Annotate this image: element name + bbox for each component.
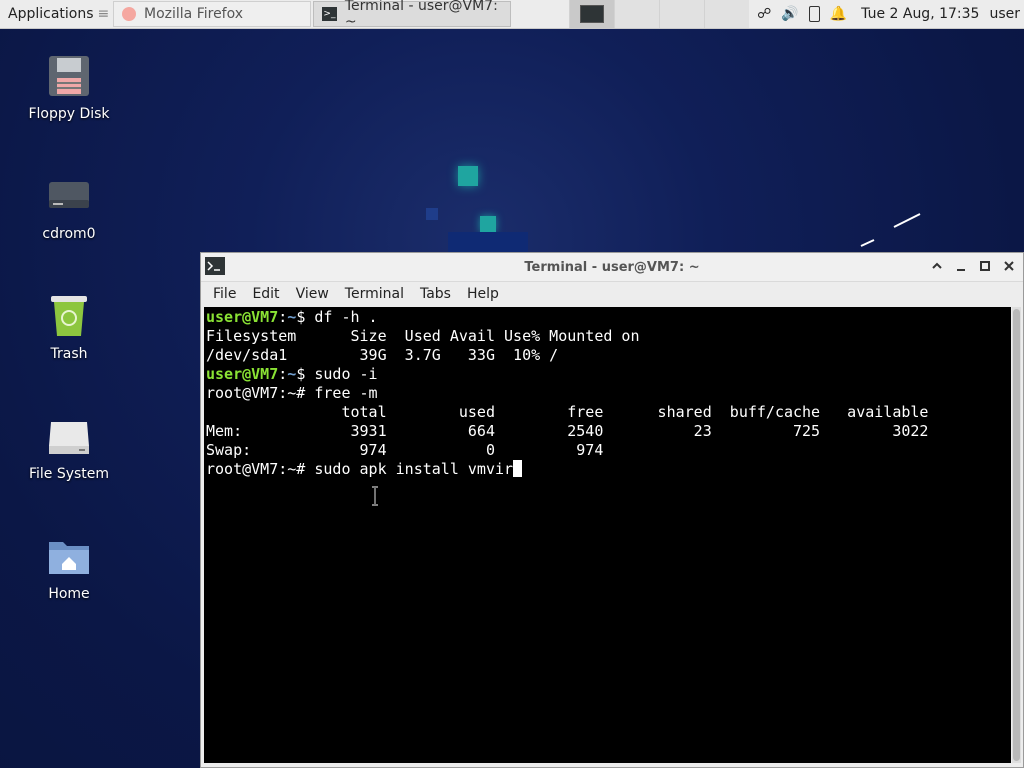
taskbar-terminal-label: Terminal - user@VM7: ~ — [344, 0, 498, 30]
prompt-colon: : — [278, 308, 288, 326]
desktop-icon-label: Home — [48, 586, 90, 602]
window-controls — [929, 257, 1017, 275]
wallpaper-square — [480, 216, 496, 232]
workspace-2[interactable] — [614, 0, 660, 28]
prompt-user: user@VM7 — [206, 365, 279, 383]
desktop-icon-label: cdrom0 — [42, 226, 96, 242]
wallpaper-square — [426, 208, 438, 220]
text-cursor — [513, 460, 523, 477]
terminal-window: Terminal - user@VM7: ~ File Edit View Te… — [200, 252, 1024, 768]
terminal-line: Swap: 974 0 974 — [206, 441, 604, 459]
desktop-icon-label: File System — [28, 466, 110, 482]
wallpaper-square — [458, 166, 478, 186]
terminal-icon: >_ — [322, 7, 337, 21]
hard-drive-icon — [45, 412, 93, 460]
terminal-line: Mem: 3931 664 2540 23 725 3022 — [206, 422, 929, 440]
terminal-line: user@VM7:~$ df -h . — [206, 308, 1009, 327]
current-command: root@VM7:~# sudo apk install vmvir — [206, 460, 514, 478]
volume-icon[interactable]: 🔊 — [781, 6, 798, 22]
minimize-button[interactable] — [953, 257, 969, 275]
window-titlebar[interactable]: Terminal - user@VM7: ~ — [201, 253, 1023, 282]
taskbar-firefox[interactable]: Mozilla Firefox — [113, 1, 311, 27]
menu-view[interactable]: View — [288, 286, 337, 302]
terminal-menubar: File Edit View Terminal Tabs Help — [201, 282, 1023, 306]
terminal-output[interactable]: user@VM7:~$ df -h . Filesystem Size Used… — [204, 307, 1011, 763]
top-panel: Applications ≡ Mozilla Firefox >_ Termin… — [0, 0, 1024, 30]
maximize-button[interactable] — [977, 257, 993, 275]
close-icon — [1004, 261, 1014, 271]
menu-file[interactable]: File — [205, 286, 244, 302]
taskbar-terminal[interactable]: >_ Terminal - user@VM7: ~ — [313, 0, 511, 30]
trash-icon — [45, 292, 93, 340]
desktop-icon-home[interactable]: Home — [14, 532, 124, 602]
prompt-path: ~ — [287, 365, 297, 383]
desktop-icon-label: Trash — [50, 346, 88, 362]
menu-edit[interactable]: Edit — [244, 286, 287, 302]
applications-menu[interactable]: Applications ≡ — [0, 0, 112, 28]
terminal-scrollbar[interactable] — [1012, 307, 1021, 763]
terminal-window-icon[interactable] — [205, 257, 225, 275]
floppy-disk-icon — [45, 52, 93, 100]
desktop-icon-floppy[interactable]: Floppy Disk — [14, 52, 124, 122]
terminal-line: total used free shared buff/cache availa… — [206, 403, 929, 421]
optical-drive-icon — [45, 172, 93, 220]
wallpaper-shape — [448, 232, 528, 254]
home-folder-icon — [45, 532, 93, 580]
desktop-icon-filesystem[interactable]: File System — [14, 412, 124, 482]
menu-terminal[interactable]: Terminal — [337, 286, 412, 302]
applications-label: Applications — [8, 6, 94, 22]
terminal-line: Filesystem Size Used Avail Use% Mounted … — [206, 327, 640, 345]
desktop-icon-trash[interactable]: Trash — [14, 292, 124, 362]
taskbar-firefox-label: Mozilla Firefox — [144, 6, 244, 22]
close-button[interactable] — [1001, 257, 1017, 275]
panel-spacer — [512, 0, 569, 28]
terminal-line: user@VM7:~$ sudo -i — [206, 365, 1009, 384]
prompt-path: ~ — [287, 308, 297, 326]
terminal-line: /dev/sda1 39G 3.7G 33G 10% / — [206, 346, 559, 364]
scrollbar-thumb[interactable] — [1013, 309, 1020, 761]
chevron-up-icon — [932, 262, 942, 269]
shade-button[interactable] — [929, 257, 945, 275]
firefox-icon — [122, 7, 136, 21]
notifications-bell-icon[interactable]: 🔔 — [830, 6, 847, 22]
minimize-icon — [957, 269, 965, 271]
command-text: $ sudo -i — [296, 365, 378, 383]
network-icon[interactable]: ☍ — [757, 6, 771, 22]
terminal-mini-icon — [580, 5, 605, 23]
command-text: $ df -h . — [296, 308, 378, 326]
wallpaper-lines — [860, 213, 921, 247]
menu-tabs[interactable]: Tabs — [412, 286, 459, 302]
prompt-user: user@VM7 — [206, 308, 279, 326]
system-tray: ☍ 🔊 🔔 — [749, 0, 855, 28]
desktop-icon-cdrom[interactable]: cdrom0 — [14, 172, 124, 242]
mouse-ibeam-cursor-icon — [372, 486, 378, 506]
desktop-icon-label: Floppy Disk — [28, 106, 110, 122]
menu-handle-icon: ≡ — [97, 6, 110, 22]
clock[interactable]: Tue 2 Aug, 17:35 — [855, 0, 985, 28]
prompt-colon: : — [278, 365, 288, 383]
workspace-3[interactable] — [659, 0, 705, 28]
workspace-4[interactable] — [704, 0, 750, 28]
window-title: Terminal - user@VM7: ~ — [524, 259, 700, 275]
terminal-line: root@VM7:~# sudo apk install vmvir — [206, 460, 1009, 479]
battery-icon[interactable] — [808, 6, 820, 22]
menu-help[interactable]: Help — [459, 286, 507, 302]
user-menu[interactable]: user — [985, 0, 1024, 28]
workspace-1[interactable] — [569, 0, 615, 28]
terminal-line: root@VM7:~# free -m — [206, 384, 378, 402]
maximize-icon — [980, 261, 990, 271]
